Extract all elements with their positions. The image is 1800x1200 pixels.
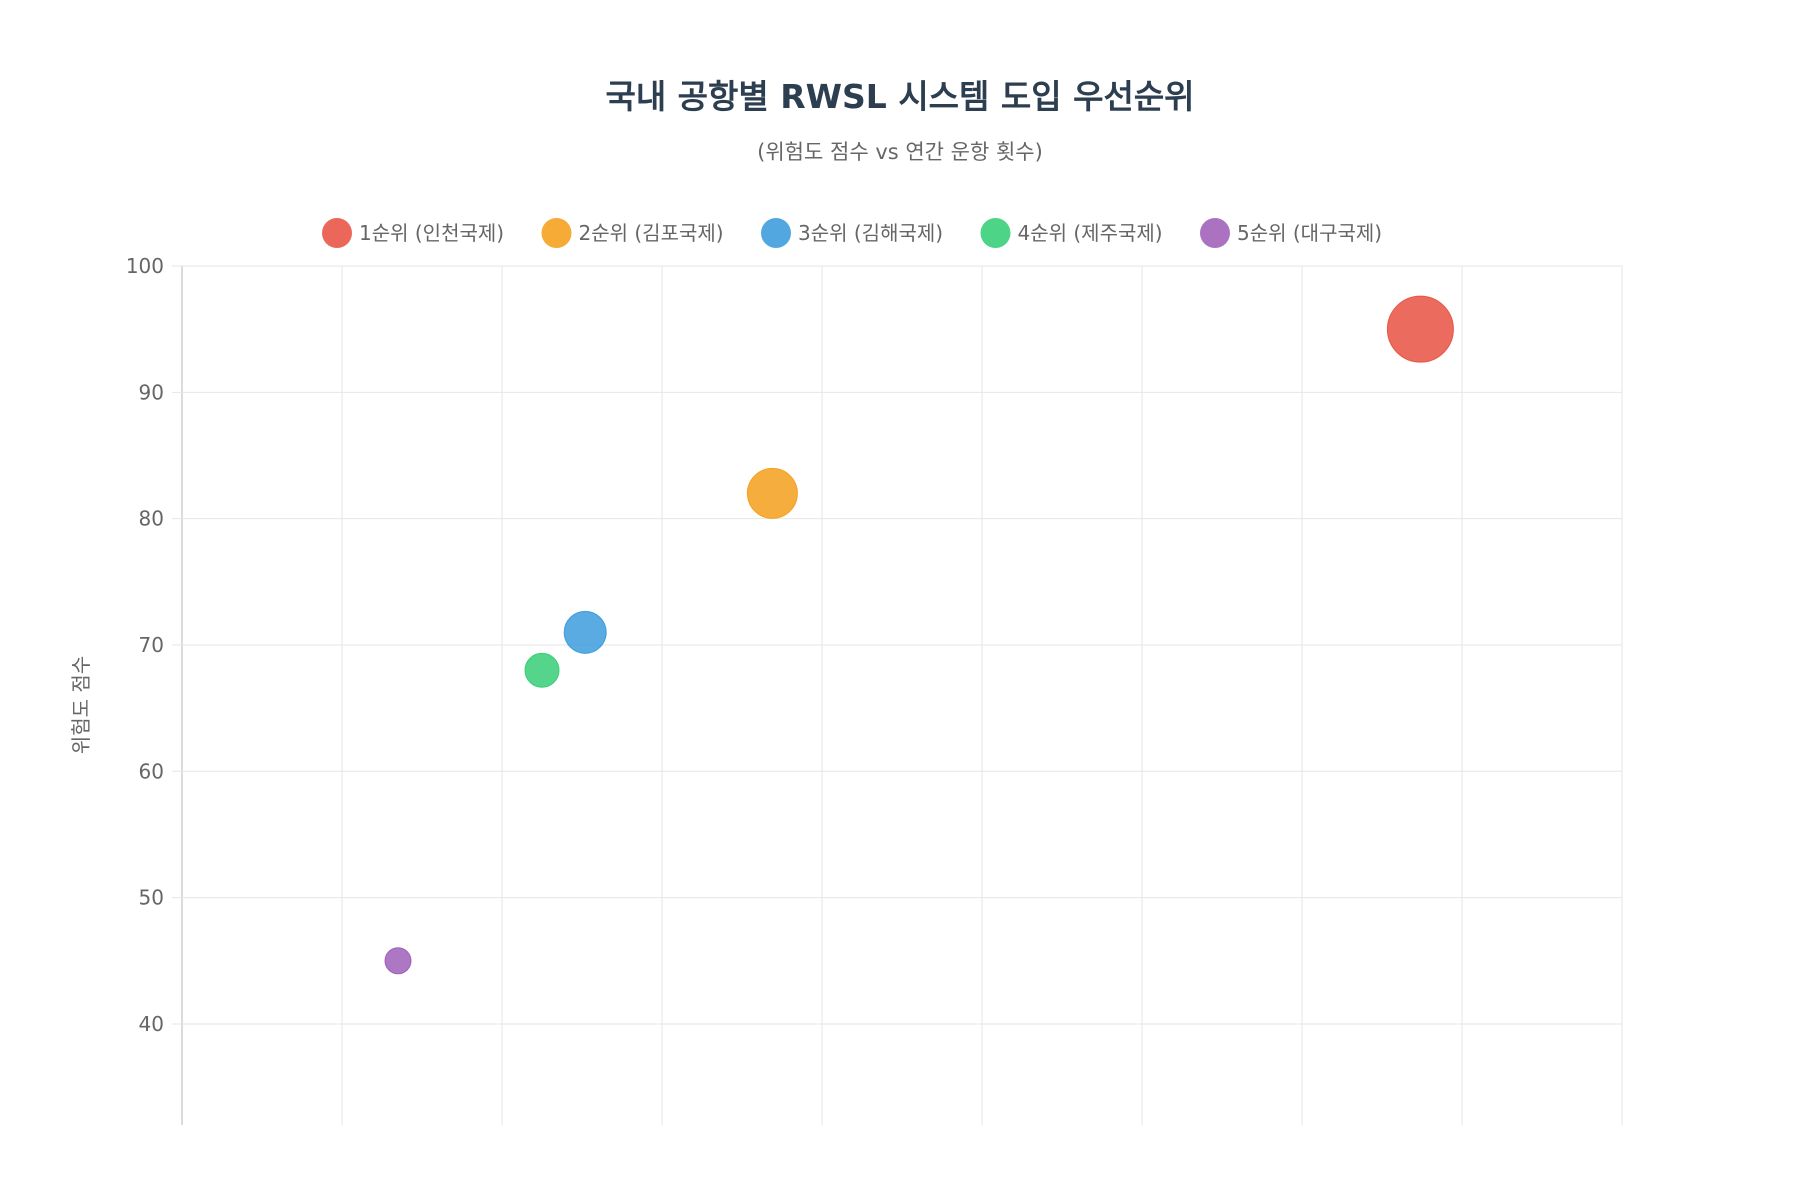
legend-item[interactable]: 4순위 (제주국제) bbox=[980, 218, 1163, 248]
y-tick-label: 90 bbox=[139, 380, 164, 404]
legend-swatch bbox=[541, 218, 572, 248]
legend-swatch bbox=[980, 218, 1011, 248]
legend-label: 2순위 (김포국제) bbox=[579, 221, 724, 245]
legend-label: 1순위 (인천국제) bbox=[359, 221, 504, 245]
y-axis-ticks: 40 50 60 70 80 90 100 bbox=[126, 254, 164, 1036]
y-tick-label: 80 bbox=[139, 507, 164, 531]
y-tick-label: 60 bbox=[139, 759, 164, 783]
y-tick-label: 100 bbox=[126, 254, 164, 278]
legend-swatch bbox=[1200, 218, 1230, 248]
chart-container: 국내 공항별 RWSL 시스템 도입 우선순위 (위험도 점수 vs 연간 운항… bbox=[0, 0, 1800, 1200]
bubble-point[interactable] bbox=[746, 467, 798, 519]
y-axis-label: 위험도 점수 bbox=[69, 656, 93, 754]
legend-label: 5순위 (대구국제) bbox=[1237, 221, 1382, 245]
bubble-series bbox=[384, 295, 1454, 975]
bubble-chart: 40 50 60 70 80 90 100 위험도 점수 1순위 (인천국제) 2순위 (김포… bbox=[69, 218, 1623, 1125]
legend-item[interactable]: 2순위 (김포국제) bbox=[541, 218, 724, 248]
bubble-point[interactable] bbox=[384, 947, 412, 975]
legend: 1순위 (인천국제) 2순위 (김포국제) 3순위 (김해국제) 4순위 (제주국제)… bbox=[322, 218, 1382, 248]
legend-swatch bbox=[322, 218, 352, 248]
bubble-point[interactable] bbox=[524, 652, 560, 688]
y-tick-label: 50 bbox=[139, 886, 164, 910]
bubble-point[interactable] bbox=[563, 610, 607, 654]
bubble-point[interactable] bbox=[1386, 295, 1454, 363]
legend-label: 4순위 (제주국제) bbox=[1018, 221, 1163, 245]
legend-item[interactable]: 1순위 (인천국제) bbox=[322, 218, 504, 248]
legend-swatch bbox=[761, 218, 791, 248]
legend-label: 3순위 (김해국제) bbox=[798, 221, 943, 245]
grid-vertical-lines bbox=[181, 266, 1623, 1125]
legend-item[interactable]: 3순위 (김해국제) bbox=[761, 218, 943, 248]
y-tick-label: 40 bbox=[139, 1012, 164, 1036]
grid-horizontal-lines bbox=[172, 265, 1622, 1025]
legend-item[interactable]: 5순위 (대구국제) bbox=[1200, 218, 1382, 248]
y-tick-label: 70 bbox=[139, 633, 164, 657]
